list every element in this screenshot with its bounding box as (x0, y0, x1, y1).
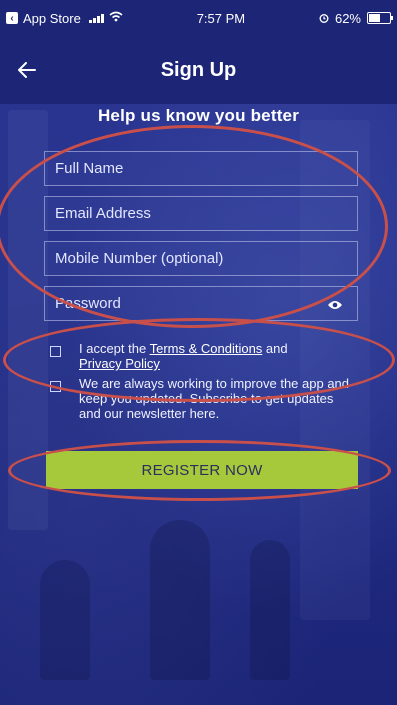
mobile-field[interactable] (44, 241, 358, 276)
terms-checkbox-row: I accept the Terms & Conditions and Priva… (50, 341, 350, 371)
background-photo-shape (40, 560, 90, 680)
battery-percent: 62% (334, 10, 361, 26)
status-right: 62% (319, 10, 393, 26)
background-photo-shape (8, 110, 48, 530)
terms-link[interactable]: Terms & Conditions (150, 341, 263, 356)
newsletter-checkbox[interactable] (50, 381, 61, 392)
eye-icon[interactable] (327, 298, 343, 310)
newsletter-checkbox-row: We are always working to improve the app… (50, 376, 350, 421)
password-input[interactable] (53, 294, 357, 313)
password-field[interactable] (44, 286, 358, 321)
email-input[interactable] (53, 204, 357, 223)
back-to-app-icon[interactable]: ‹ (6, 12, 18, 24)
status-time: 7:57 PM (196, 10, 246, 26)
full-name-field[interactable] (44, 151, 358, 186)
terms-text: I accept the Terms & Conditions and Priva… (79, 341, 288, 371)
status-left: ‹ App Store (6, 11, 123, 26)
email-field[interactable] (44, 196, 358, 231)
status-bar: ‹ App Store 7:57 PM 62% (0, 0, 397, 36)
register-now-button[interactable]: REGISTER NOW (46, 451, 358, 489)
arrow-left-icon[interactable] (18, 54, 36, 84)
background-photo-shape (250, 540, 290, 680)
newsletter-text: We are always working to improve the app… (79, 376, 350, 421)
battery-icon (367, 12, 393, 24)
form-subtitle: Help us know you better (97, 106, 300, 125)
page-title: Sign Up (160, 58, 237, 81)
terms-checkbox[interactable] (50, 346, 61, 357)
signal-icon (88, 13, 104, 23)
navigation-bar: Sign Up (0, 36, 397, 104)
full-name-input[interactable] (53, 159, 357, 178)
privacy-policy-link[interactable]: Privacy Policy (79, 356, 160, 371)
terms-and: and (262, 341, 288, 356)
back-to-app-label[interactable]: App Store (23, 11, 81, 26)
background-photo-shape (150, 520, 210, 680)
terms-prefix: I accept the (79, 341, 150, 356)
alarm-icon (319, 11, 329, 26)
sign-up-screen: ‹ App Store 7:57 PM 62% Sign Up Help us … (0, 0, 397, 705)
mobile-input[interactable] (53, 249, 357, 268)
wifi-icon (109, 11, 123, 25)
